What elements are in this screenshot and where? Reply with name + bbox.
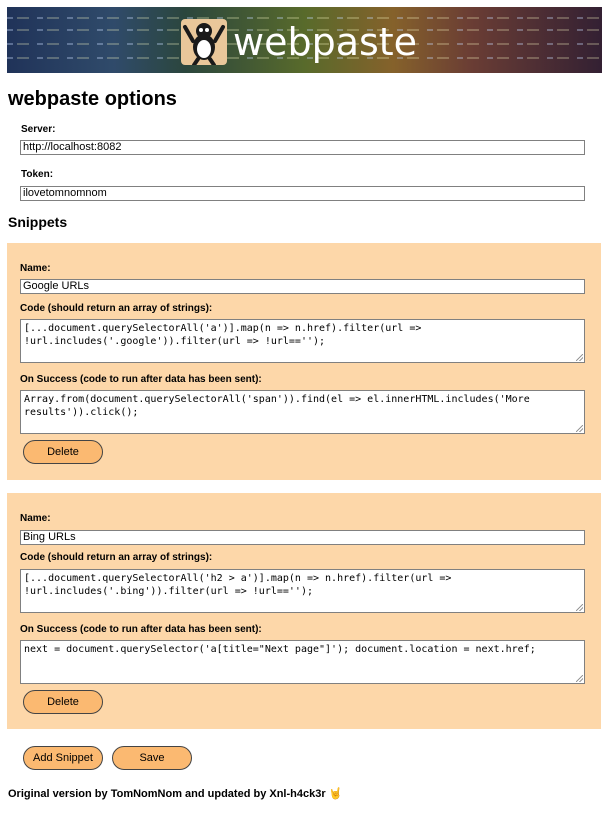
token-label: Token: xyxy=(21,169,54,180)
header-banner: webpaste xyxy=(7,7,602,73)
snippet-on-success-label: On Success (code to run after data has b… xyxy=(20,374,262,385)
delete-snippet-button[interactable]: Delete xyxy=(23,440,103,464)
add-snippet-button[interactable]: Add Snippet xyxy=(23,746,103,770)
save-button[interactable]: Save xyxy=(112,746,192,770)
logo-text: webpaste xyxy=(233,20,418,64)
delete-snippet-button[interactable]: Delete xyxy=(23,690,103,714)
snippet-code-textarea[interactable]: [...document.querySelectorAll('h2 > a')]… xyxy=(20,569,585,613)
rock-hand-icon: 🤘 xyxy=(328,788,343,800)
snippet-name-label: Name: xyxy=(20,263,51,274)
token-input[interactable]: ilovetomnomnom xyxy=(20,186,585,201)
footer-credits: Original version by TomNomNom and update… xyxy=(8,788,342,801)
snippet-card: Name: Bing URLs Code (should return an a… xyxy=(7,493,601,729)
snippet-name-input[interactable]: Bing URLs xyxy=(20,530,585,545)
snippet-code-label: Code (should return an array of strings)… xyxy=(20,303,213,314)
page-title: webpaste options xyxy=(8,88,177,110)
snippet-code-textarea[interactable]: [...document.querySelectorAll('a')].map(… xyxy=(20,319,585,363)
snippet-code-label: Code (should return an array of strings)… xyxy=(20,552,213,563)
server-input[interactable]: http://localhost:8082 xyxy=(20,140,585,155)
footer-text: Original version by TomNomNom and update… xyxy=(8,788,326,800)
snippets-heading: Snippets xyxy=(8,214,68,230)
snippet-on-success-label: On Success (code to run after data has b… xyxy=(20,624,262,635)
snippet-on-success-textarea[interactable]: next = document.querySelector('a[title="… xyxy=(20,640,585,684)
snippet-name-label: Name: xyxy=(20,513,51,524)
server-label: Server: xyxy=(21,124,56,135)
snippet-card: Name: Google URLs Code (should return an… xyxy=(7,243,601,480)
gopher-logo-icon xyxy=(181,19,227,67)
snippet-name-input[interactable]: Google URLs xyxy=(20,279,585,294)
snippet-on-success-textarea[interactable]: Array.from(document.querySelectorAll('sp… xyxy=(20,390,585,434)
